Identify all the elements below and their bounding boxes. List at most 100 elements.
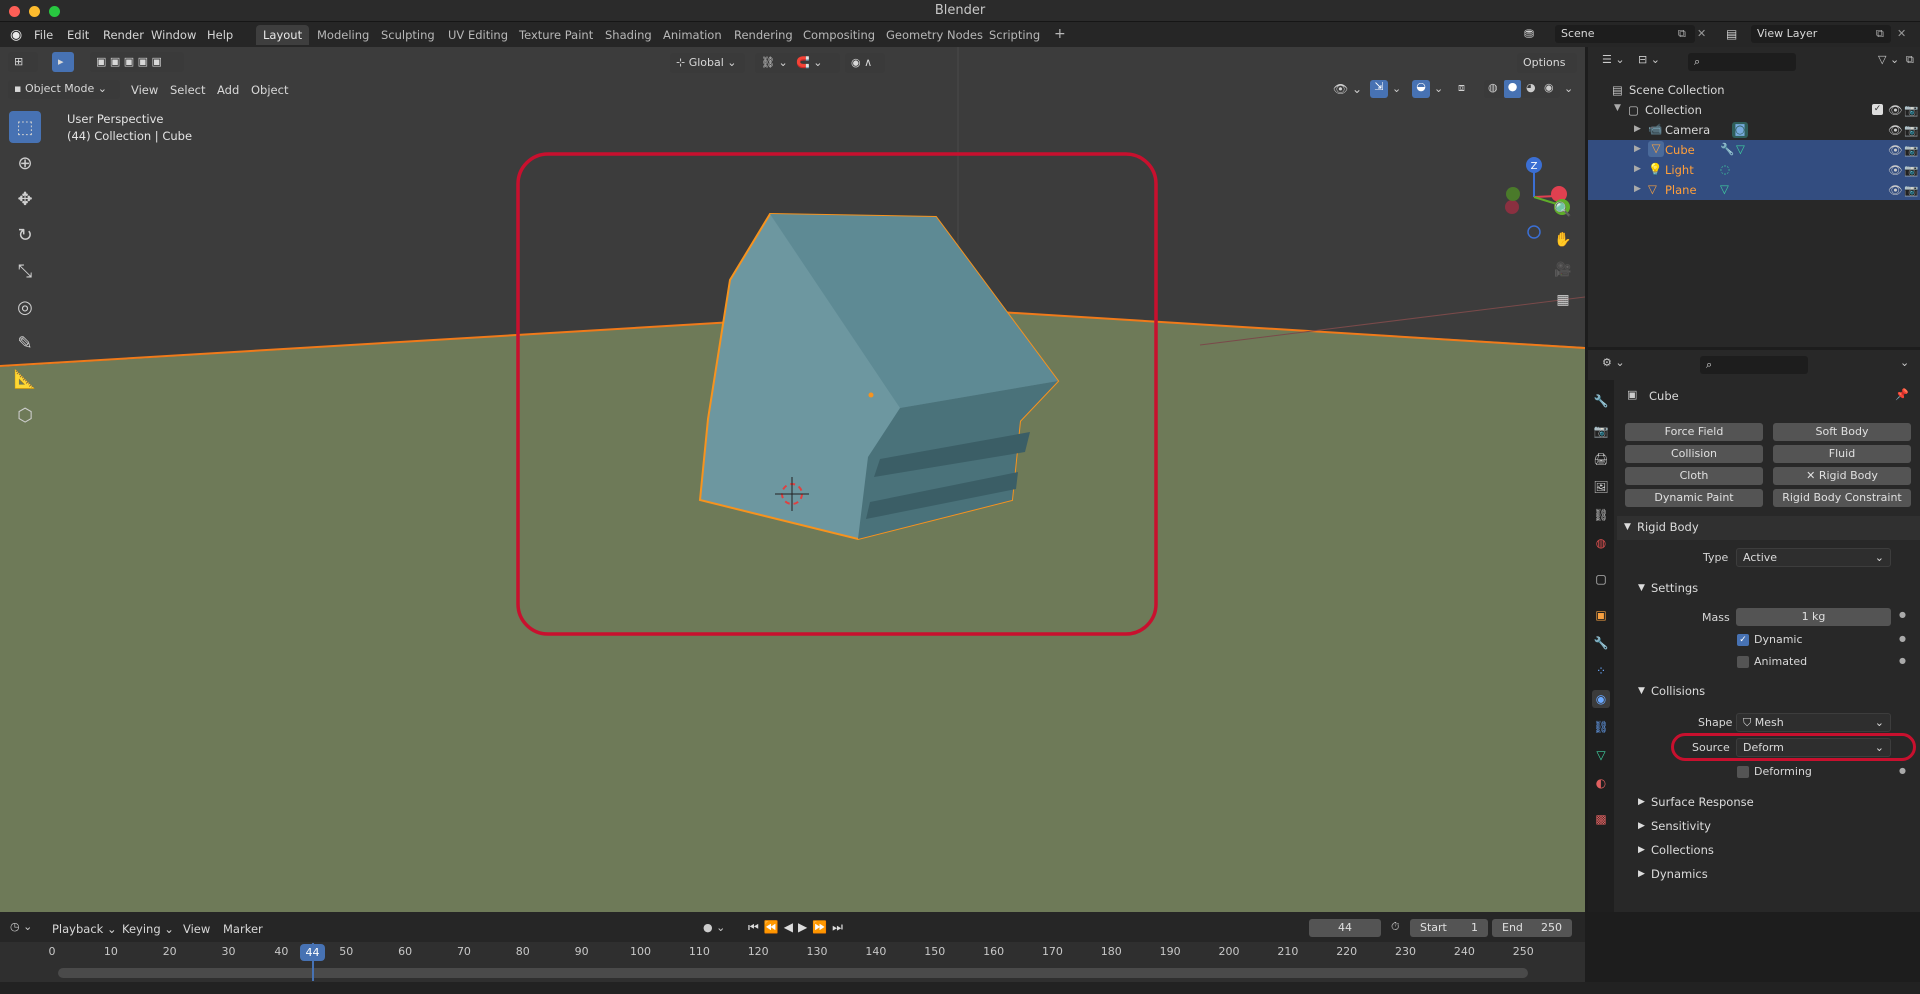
marker-menu[interactable]: Marker [223,922,263,936]
xray-icon[interactable]: ⧈ [1458,81,1465,95]
add-workspace-button[interactable]: + [1047,25,1073,45]
menu-help[interactable]: Help [207,28,233,42]
visibility-icon[interactable]: 👁 ⌄ [1333,82,1362,96]
3d-viewport[interactable]: Z User Perspective (44) Collection | Cub… [0,47,1585,912]
menu-render[interactable]: Render [103,28,144,42]
view-menu[interactable]: View [131,83,158,97]
tab-modeling[interactable]: Modeling [310,25,376,45]
rigid-body-constraint-button[interactable]: Rigid Body Constraint [1773,489,1911,507]
expand-arrow-icon[interactable]: ▶ [1634,124,1641,134]
pin-icon[interactable]: 📌 [1895,388,1909,401]
rigid-body-panel-header[interactable]: ▼ Rigid Body [1617,516,1920,540]
render-camera-icon[interactable]: 📷 [1904,103,1918,117]
overlay-toggle-icon[interactable]: ◒ [1412,80,1430,98]
camera-view-icon[interactable]: 🎥 [1551,258,1575,282]
pivot-icon[interactable]: ⛓ ⌄ [755,53,795,73]
view-layer-tab-icon[interactable]: 🖼 [1592,478,1610,496]
cursor-tool-icon[interactable]: ⊕ [9,147,41,179]
visibility-eye-icon[interactable]: 👁 [1888,183,1903,197]
snap-icon[interactable]: 🧲 ⌄ [790,53,840,73]
tab-scripting[interactable]: Scripting [982,25,1047,45]
select-mode-icon[interactable]: ▸ [52,52,74,72]
rotate-tool-icon[interactable]: ↻ [9,219,41,251]
texture-tab-icon[interactable]: ▩ [1592,810,1610,828]
rigid-body-button[interactable]: ✕ Rigid Body [1773,467,1911,485]
rendered-shading-icon[interactable]: ◉ [1544,81,1554,94]
overlay-dropdown-icon[interactable]: ⌄ [1434,82,1443,95]
scale-tool-icon[interactable]: ⤡ [9,255,41,287]
menu-window[interactable]: Window [151,28,196,42]
ortho-grid-icon[interactable]: ▦ [1551,288,1575,312]
tab-compositing[interactable]: Compositing [796,25,882,45]
tab-geometry-nodes[interactable]: Geometry Nodes [879,25,990,45]
cloth-button[interactable]: Cloth [1625,467,1763,485]
proportional-editing-icon[interactable]: ◉ ∧ [845,53,885,73]
solid-shading-icon[interactable]: ● [1504,80,1521,98]
sensitivity-panel-header[interactable]: ▶ Sensitivity [1617,815,1920,839]
new-collection-icon[interactable]: ⧉ [1906,53,1914,67]
options-dropdown[interactable]: Options [1517,53,1577,73]
timeline-editor-icon[interactable]: ◷ ⌄ [10,920,32,933]
physics-tab-icon[interactable]: ◉ [1592,690,1610,708]
outliner-item-camera[interactable]: ▶ 📹 Camera ◙ 👁 📷 [1588,120,1920,140]
collisions-panel-header[interactable]: ▼ Collisions [1617,680,1920,704]
mode-dropdown[interactable]: ▪ Object Mode ⌄ [8,80,120,99]
visibility-eye-icon[interactable]: 👁 [1888,103,1903,117]
current-frame-field[interactable]: 44 [1309,919,1381,937]
outliner-editor-icon[interactable]: ☰ ⌄ [1602,53,1625,66]
dynamic-checkbox[interactable]: ✓ [1737,634,1749,646]
copy-scene-icon[interactable]: ⧉ [1678,27,1686,41]
stopwatch-icon[interactable]: ⏱ [1391,920,1400,934]
move-tool-icon[interactable]: ✥ [9,183,41,215]
expand-arrow-icon[interactable]: ▼ [1614,103,1621,113]
visibility-eye-icon[interactable]: 👁 [1888,163,1903,177]
select-menu[interactable]: Select [170,83,205,97]
settings-panel-header[interactable]: ▼ Settings [1617,577,1920,601]
render-camera-icon[interactable]: 📷 [1904,123,1918,137]
render-camera-icon[interactable]: 📷 [1904,163,1918,177]
select-box-tool-icon[interactable]: ⬚ [9,111,41,143]
render-tab-icon[interactable]: 📷 [1592,422,1610,440]
menu-file[interactable]: File [34,28,53,42]
shading-dropdown-icon[interactable]: ⌄ [1564,82,1573,95]
force-field-button[interactable]: Force Field [1625,423,1763,441]
editor-type-icon[interactable]: ⊞ [8,52,38,72]
material-tab-icon[interactable]: ◐ [1592,774,1610,792]
properties-options-icon[interactable]: ⌄ [1900,356,1909,369]
copy-view-layer-icon[interactable]: ⧉ [1876,27,1884,41]
mass-field[interactable]: 1 kg [1736,608,1891,626]
keyframe-dot-icon[interactable]: ● [1899,634,1906,643]
visibility-eye-icon[interactable]: 👁 [1888,123,1903,137]
outliner-scene-collection[interactable]: ▤ Scene Collection [1588,80,1920,100]
remove-view-layer-icon[interactable]: ✕ [1897,27,1906,40]
playback-controls[interactable]: ⏮⏪◀▶⏩⏭ [748,920,848,935]
particles-tab-icon[interactable]: ⁘ [1592,662,1610,680]
tab-texture-paint[interactable]: Texture Paint [512,25,600,45]
expand-arrow-icon[interactable]: ▶ [1634,164,1641,174]
end-frame-field[interactable]: End 250 [1492,919,1572,937]
add-cube-tool-icon[interactable]: ⬡ [9,399,41,431]
gizmo-toggle-icon[interactable]: ⇲ [1370,80,1388,98]
tab-rendering[interactable]: Rendering [727,25,800,45]
shape-dropdown[interactable]: ⛉ Mesh ⌄ [1736,713,1891,732]
tab-animation[interactable]: Animation [656,25,729,45]
tab-layout[interactable]: Layout [256,25,310,45]
shading-modes[interactable]: ◍ ● ◕ ◉ [1484,80,1560,98]
output-tab-icon[interactable]: 🖨 [1592,450,1610,468]
view-layer-icon[interactable]: ▤ [1726,27,1737,41]
expand-arrow-icon[interactable]: ▶ [1634,184,1641,194]
outliner-item-cube[interactable]: ▶ ▽ Cube 🔧 ▽ 👁 📷 [1588,140,1920,160]
constraints-tab-icon[interactable]: ⛓ [1592,718,1610,736]
tab-sculpting[interactable]: Sculpting [374,25,442,45]
material-shading-icon[interactable]: ◕ [1526,81,1536,94]
data-tab-icon[interactable]: ▽ [1592,746,1610,764]
world-tab-icon[interactable]: ◍ [1592,534,1610,552]
properties-editor-icon[interactable]: ⚙ ⌄ [1602,356,1625,369]
render-camera-icon[interactable]: 📷 [1904,143,1918,157]
surface-response-panel-header[interactable]: ▶ Surface Response [1617,791,1920,815]
properties-search-input[interactable]: ⌕ [1700,356,1808,374]
outliner-collection[interactable]: ▼ ▢ Collection ✓ 👁 📷 [1588,100,1920,120]
collections-panel-header[interactable]: ▶ Collections [1617,839,1920,863]
select-modes-icon[interactable]: ▣ ▣ ▣ ▣ ▣ [90,52,184,72]
filter-icon[interactable]: ▽ ⌄ [1878,53,1899,66]
